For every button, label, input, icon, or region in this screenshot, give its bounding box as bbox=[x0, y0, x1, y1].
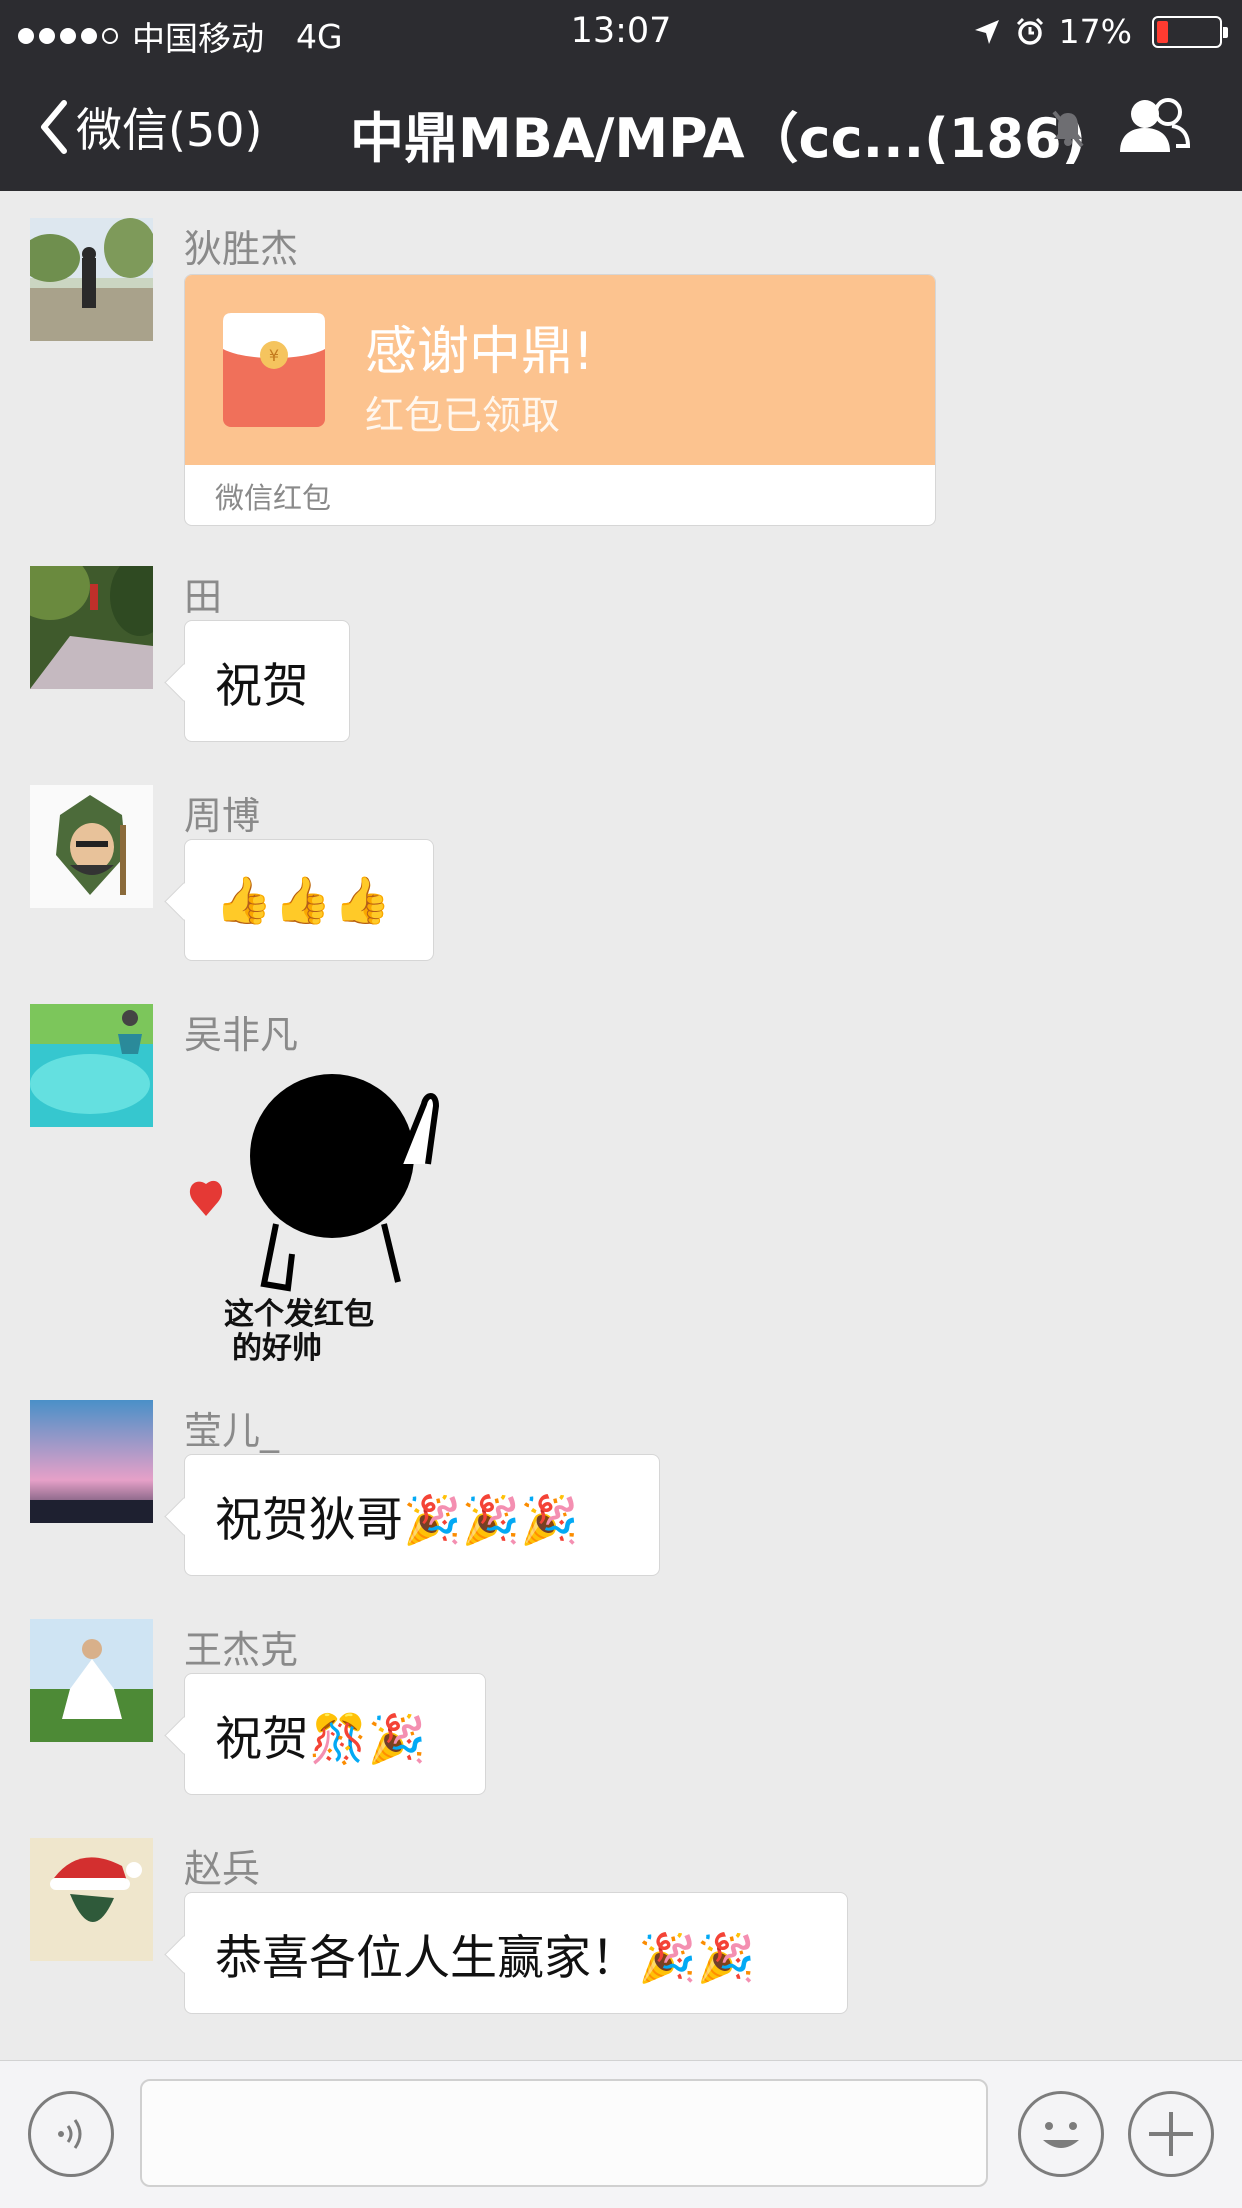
back-label: 微信(50) bbox=[76, 103, 263, 157]
sender-name: 王杰克 bbox=[184, 1628, 299, 1672]
message-emoji: 周博 👍👍👍 bbox=[30, 785, 1210, 965]
message-text: 田 祝贺 bbox=[30, 566, 1210, 746]
message-red-packet: 狄胜杰 ¥ 感谢中鼎! 红包已领取 微信红包 bbox=[30, 218, 1210, 528]
red-packet-title: 感谢中鼎! bbox=[365, 322, 594, 382]
red-packet-footer: 微信红包 bbox=[215, 481, 332, 515]
avatar[interactable] bbox=[30, 566, 153, 689]
sender-name: 田 bbox=[184, 575, 223, 619]
message-bubble[interactable]: 👍👍👍 bbox=[184, 839, 434, 961]
message-text: 王杰克 祝贺🎊🎉 bbox=[30, 1619, 1210, 1799]
chevron-left-icon bbox=[41, 100, 67, 154]
red-packet-card[interactable]: ¥ 感谢中鼎! 红包已领取 微信红包 bbox=[184, 274, 936, 526]
message-text: 赵兵 恭喜各位人生赢家！🎉🎉 bbox=[30, 1838, 1210, 2018]
avatar[interactable] bbox=[30, 1838, 153, 1961]
alarm-icon bbox=[1016, 17, 1043, 45]
top-bar: 中国移动 4G 13:07 17% 微信(50) 中鼎MBA/MPA（cc...… bbox=[0, 0, 1242, 191]
message-input[interactable] bbox=[140, 2079, 988, 2187]
input-bar bbox=[0, 2060, 1242, 2208]
group-members-icon[interactable] bbox=[1118, 96, 1190, 156]
battery-icon bbox=[1152, 15, 1228, 48]
avatar[interactable] bbox=[30, 1400, 153, 1523]
sticker-image[interactable]: 这个发红包 的好帅 bbox=[184, 1054, 484, 1364]
navigation-bar: 微信(50) 中鼎MBA/MPA（cc...(186) bbox=[0, 64, 1242, 191]
mute-bell-icon bbox=[1052, 110, 1084, 148]
red-packet-status: 红包已领取 bbox=[365, 394, 561, 439]
sender-name: 周博 bbox=[184, 794, 261, 838]
avatar[interactable] bbox=[30, 1004, 153, 1127]
message-bubble[interactable]: 祝贺 bbox=[184, 620, 350, 742]
avatar[interactable] bbox=[30, 218, 153, 341]
voice-icon[interactable] bbox=[28, 2091, 114, 2177]
message-text: 莹儿_ 祝贺狄哥🎉🎉🎉 bbox=[30, 1400, 1210, 1580]
avatar[interactable] bbox=[30, 1619, 153, 1742]
plus-icon[interactable] bbox=[1128, 2091, 1214, 2177]
message-bubble[interactable]: 恭喜各位人生赢家！🎉🎉 bbox=[184, 1892, 848, 2014]
chat-title: 中鼎MBA/MPA（cc...(186) bbox=[350, 107, 1087, 170]
back-button[interactable]: 微信(50) bbox=[38, 94, 262, 160]
sender-name: 吴非凡 bbox=[184, 1013, 299, 1057]
location-icon bbox=[974, 19, 999, 44]
sender-name: 莹儿_ bbox=[184, 1409, 280, 1453]
sender-name: 赵兵 bbox=[184, 1847, 261, 1891]
status-bar: 中国移动 4G 13:07 17% bbox=[0, 0, 1242, 64]
sticker-caption-line-1: 这个发红包 bbox=[224, 1297, 374, 1332]
message-bubble[interactable]: 祝贺🎊🎉 bbox=[184, 1673, 486, 1795]
red-envelope-icon: ¥ bbox=[223, 313, 325, 427]
message-bubble[interactable]: 祝贺狄哥🎉🎉🎉 bbox=[184, 1454, 660, 1576]
battery-percentage: 17% bbox=[1058, 12, 1132, 51]
sender-name: 狄胜杰 bbox=[184, 227, 299, 271]
avatar[interactable] bbox=[30, 785, 153, 908]
emoji-icon[interactable] bbox=[1018, 2091, 1104, 2177]
message-sticker: 吴非凡 这个发红包 的好帅 bbox=[30, 1004, 1210, 1364]
sticker-caption-line-2: 的好帅 bbox=[232, 1331, 322, 1364]
svg-text:¥: ¥ bbox=[269, 346, 279, 365]
